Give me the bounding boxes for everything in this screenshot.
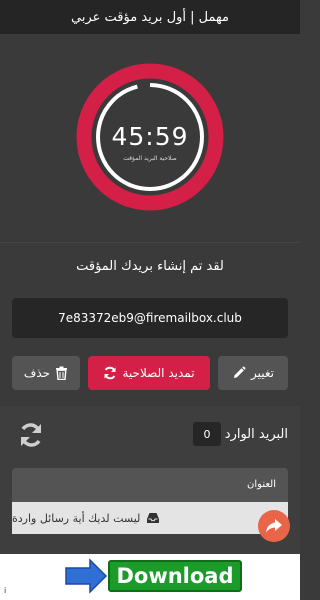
timer-countdown: 45:59 (111, 122, 189, 151)
app-title: مهمل | أول بريد مؤقت عربي (71, 9, 229, 25)
refresh-icon[interactable] (17, 421, 45, 449)
arrow-right-icon (65, 558, 108, 594)
delete-button[interactable]: حذف (12, 356, 80, 390)
change-button[interactable]: تغيير (218, 356, 288, 390)
share-arrow-icon (266, 519, 282, 533)
ad-download-button[interactable]: Download (108, 560, 242, 592)
delete-button-label: حذف (23, 366, 51, 380)
email-address-field[interactable]: 7e83372eb9@firemailbox.club (12, 298, 288, 338)
inbox-table-header: العنوان (12, 468, 288, 502)
inbox-tray-icon (147, 513, 160, 523)
timer-ring: 45:59 صلاحية البريد المؤقت (75, 62, 225, 212)
inbox-label: البريد الوارد (224, 427, 288, 442)
column-header-subject: العنوان (247, 479, 276, 490)
email-address[interactable]: 7e83372eb9@firemailbox.club (58, 311, 242, 325)
empty-inbox-message: ليست لديك أية رسائل واردة (12, 511, 141, 525)
refresh-icon (104, 366, 116, 380)
trash-icon (56, 366, 68, 380)
change-button-label: تغيير (251, 366, 274, 380)
extend-validity-button[interactable]: تمديد الصلاحية (88, 356, 210, 390)
inbox-empty-row: ليست لديك أية رسائل واردة (12, 502, 288, 534)
share-button[interactable] (258, 510, 290, 542)
inbox-refresh-icon[interactable] (17, 421, 45, 453)
extend-button-label: تمديد الصلاحية (122, 366, 195, 380)
divider (0, 242, 300, 243)
pencil-icon (234, 366, 246, 378)
ad-info-icon[interactable]: i (4, 586, 6, 595)
ad-arrow-icon (64, 558, 108, 598)
top-bar: مهمل | أول بريد مؤقت عربي (0, 0, 300, 34)
created-message: لقد تم إنشاء بريدك المؤقت (76, 259, 224, 274)
inbox-count-badge: 0 (193, 422, 221, 446)
timer-label: صلاحية البريد المؤقت (123, 155, 177, 162)
